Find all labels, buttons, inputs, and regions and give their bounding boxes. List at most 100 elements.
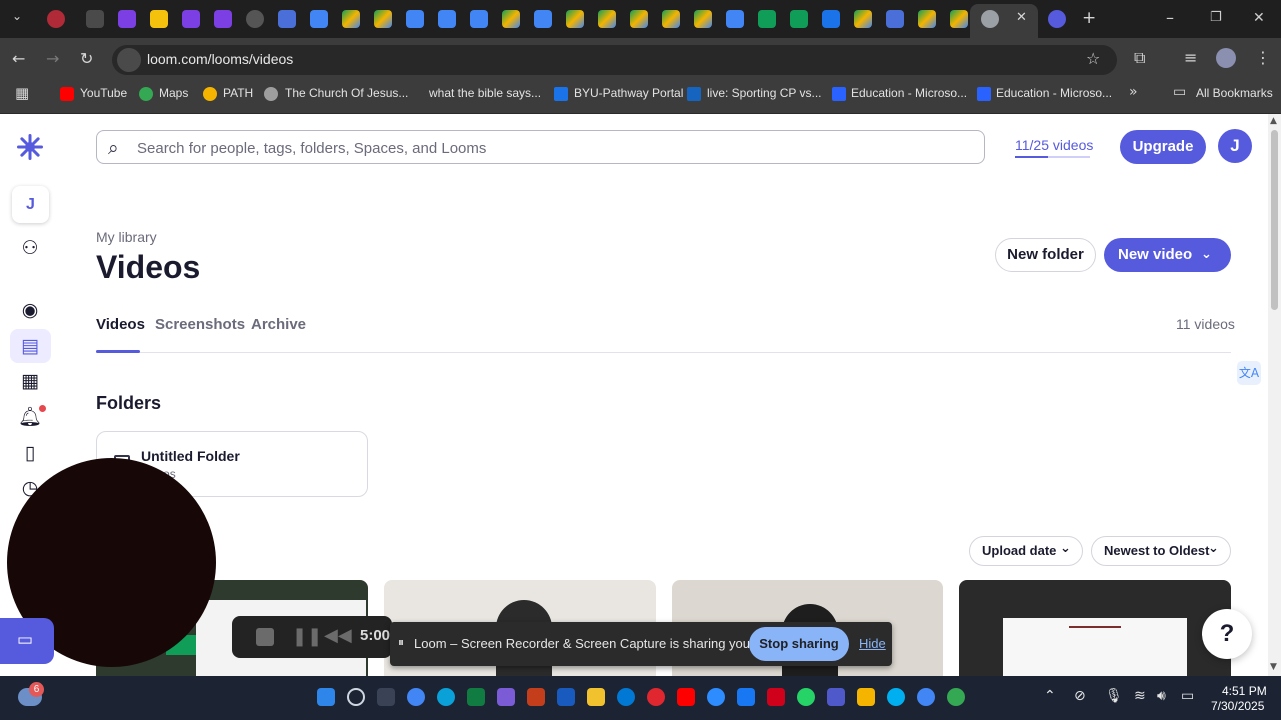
tab-favicon[interactable]	[950, 10, 968, 28]
translate-icon[interactable]: 文A	[1237, 361, 1261, 385]
bookmark-church[interactable]: The Church Of Jesus...	[285, 86, 408, 100]
hide-share-bar-link[interactable]: Hide	[859, 636, 886, 651]
user-avatar[interactable]: J	[1218, 129, 1252, 163]
tab-favicon[interactable]	[470, 10, 488, 28]
pause-icon[interactable]: ❚❚	[292, 626, 322, 647]
video-thumbnail[interactable]	[959, 580, 1231, 680]
new-folder-button[interactable]: New folder	[995, 238, 1096, 272]
chevron-down-icon[interactable]: ⌄	[1201, 238, 1212, 272]
tab-favicon[interactable]	[246, 10, 264, 28]
taskbar-time[interactable]: 4:51 PM	[1222, 684, 1267, 698]
tray-overflow-icon[interactable]: ⌃	[1044, 688, 1056, 704]
tab-favicon[interactable]	[598, 10, 616, 28]
restart-icon[interactable]: ◀◀	[324, 625, 352, 646]
microphone-icon[interactable]: 🎙︎	[1105, 688, 1123, 704]
sort-by-dropdown[interactable]: Upload date ⌄	[969, 536, 1083, 566]
bookmark-education-1[interactable]: Education - Microso...	[851, 86, 967, 100]
bookmark-maps[interactable]: Maps	[159, 86, 188, 100]
bookmark-star-icon[interactable]: ☆	[1086, 49, 1100, 68]
loom-recorder-tab[interactable]: ▭	[0, 618, 54, 664]
tab-screenshots[interactable]: Screenshots	[155, 316, 245, 333]
tab-favicon[interactable]	[790, 10, 808, 28]
messenger-taskbar-icon[interactable]	[737, 688, 755, 706]
tab-archive[interactable]: Archive	[251, 316, 306, 333]
taskbar-search-icon[interactable]	[347, 688, 365, 706]
tab-favicon[interactable]	[886, 10, 904, 28]
tab-favicon[interactable]	[438, 10, 456, 28]
tab-favicon[interactable]	[310, 10, 328, 28]
opera-taskbar-icon[interactable]	[647, 688, 665, 706]
workspace-avatar[interactable]: J	[12, 186, 49, 223]
scrollbar-thumb[interactable]	[1271, 130, 1278, 310]
tab-favicon[interactable]	[214, 10, 232, 28]
tab-search-chevron-icon[interactable]: ⌄	[12, 9, 22, 23]
notes-taskbar-icon[interactable]	[857, 688, 875, 706]
close-window-icon[interactable]: ✕	[1253, 10, 1265, 26]
breadcrumb[interactable]: My library	[96, 229, 157, 245]
word-taskbar-icon[interactable]	[557, 688, 575, 706]
tab-favicon[interactable]	[726, 10, 744, 28]
menu-kebab-icon[interactable]: ⋮	[1255, 48, 1271, 67]
calendar-icon[interactable]: ▦	[18, 369, 42, 393]
loom-logo-icon[interactable]	[16, 133, 44, 161]
skype-taskbar-icon[interactable]	[617, 688, 635, 706]
folder-name[interactable]: Untitled Folder	[141, 448, 240, 464]
tab-favicon[interactable]	[502, 10, 520, 28]
apps-grid-icon[interactable]: ▦	[15, 84, 29, 102]
help-button[interactable]: ?	[1202, 609, 1252, 659]
url-text[interactable]: loom.com/looms/videos	[147, 51, 293, 67]
active-tab[interactable]	[970, 4, 1038, 38]
video-quota-label[interactable]: 11/25 videos	[1015, 137, 1093, 153]
tray-app-icon[interactable]: ⊘	[1074, 688, 1086, 704]
tab-favicon[interactable]	[694, 10, 712, 28]
maximize-icon[interactable]: ❐	[1210, 10, 1222, 25]
tab-favicon[interactable]	[118, 10, 136, 28]
scroll-down-icon[interactable]: ▼	[1270, 662, 1277, 672]
bookmark-education-2[interactable]: Education - Microso...	[996, 86, 1112, 100]
scroll-up-icon[interactable]: ▲	[1270, 116, 1277, 126]
close-tab-icon[interactable]: ✕	[1016, 10, 1027, 25]
profile-avatar[interactable]	[1216, 48, 1236, 68]
search-placeholder[interactable]: Search for people, tags, folders, Spaces…	[137, 140, 486, 157]
file-explorer-taskbar-icon[interactable]	[587, 688, 605, 706]
upgrade-button[interactable]: Upgrade	[1120, 130, 1206, 164]
reload-icon[interactable]: ↻	[80, 49, 93, 68]
battery-icon[interactable]: ▭	[1181, 688, 1194, 704]
teams-taskbar-icon[interactable]	[827, 688, 845, 706]
tab-favicon[interactable]	[1048, 10, 1066, 28]
bookmark-path[interactable]: PATH	[223, 86, 253, 100]
tab-favicon[interactable]	[758, 10, 776, 28]
volume-icon[interactable]: 🔊︎	[1157, 688, 1166, 704]
wifi-icon[interactable]: ≋	[1134, 688, 1146, 704]
site-info-icon[interactable]	[117, 48, 141, 72]
tab-favicon[interactable]	[406, 10, 424, 28]
tab-favicon[interactable]	[854, 10, 872, 28]
windows-start-icon[interactable]	[317, 688, 335, 706]
bookmark-live-sporting[interactable]: live: Sporting CP vs...	[707, 86, 822, 100]
copilot-taskbar-icon[interactable]	[497, 688, 515, 706]
back-icon[interactable]: ←	[12, 49, 25, 68]
sort-order-dropdown[interactable]: Newest to Oldest ⌄	[1091, 536, 1231, 566]
media-control-icon[interactable]: ≡	[1184, 48, 1197, 67]
all-bookmarks[interactable]: All Bookmarks	[1196, 86, 1273, 100]
more-bookmarks-icon[interactable]: »	[1129, 84, 1138, 100]
youtube-taskbar-icon[interactable]	[677, 688, 695, 706]
new-tab-icon[interactable]: +	[1082, 8, 1096, 28]
stop-sharing-button[interactable]: Stop sharing	[749, 627, 849, 661]
chrome-alt-taskbar-icon[interactable]	[917, 688, 935, 706]
forward-icon[interactable]: →	[46, 49, 59, 68]
bookmark-icon[interactable]: ▯	[18, 441, 42, 465]
bookmark-bible[interactable]: what the bible says...	[429, 86, 541, 100]
invite-user-icon[interactable]: ⚇	[18, 236, 42, 260]
tab-favicon[interactable]	[822, 10, 840, 28]
extensions-icon[interactable]: ⧉	[1134, 48, 1145, 68]
bookmark-youtube[interactable]: YouTube	[80, 86, 127, 100]
tab-videos[interactable]: Videos	[96, 316, 145, 333]
drag-handle-icon[interactable]: ⏸	[398, 635, 404, 650]
edge-taskbar-icon[interactable]	[437, 688, 455, 706]
tab-favicon[interactable]	[342, 10, 360, 28]
stop-recording-icon[interactable]	[256, 628, 274, 646]
new-video-button[interactable]: New video ⌄	[1104, 238, 1231, 272]
skype-alt-taskbar-icon[interactable]	[887, 688, 905, 706]
excel-taskbar-icon[interactable]	[467, 688, 485, 706]
